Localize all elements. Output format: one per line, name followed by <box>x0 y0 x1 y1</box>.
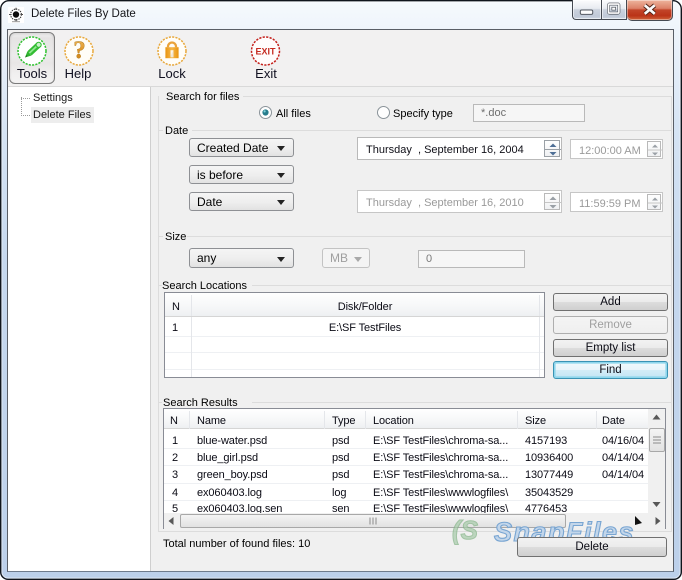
svg-text:?: ? <box>73 37 86 64</box>
svg-text:EXIT: EXIT <box>255 47 276 57</box>
svg-text:(S: (S <box>452 515 479 545</box>
